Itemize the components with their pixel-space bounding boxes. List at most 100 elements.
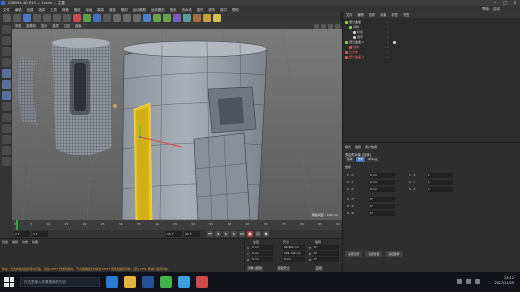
attr-menu-mode[interactable]: 模式 <box>345 145 351 149</box>
rotation-h-field[interactable]: 0° <box>313 245 339 250</box>
previous-key-icon[interactable]: ◂ <box>215 231 221 237</box>
taskbar-search-input[interactable]: 在这里输入你要搜索的内容 <box>20 277 100 287</box>
attr-menu-edit[interactable]: 编辑 <box>355 145 361 149</box>
property-field[interactable]: 0 cm <box>369 180 395 185</box>
size-mode-select[interactable]: 绝对尺寸 <box>277 266 291 271</box>
start-frame-field[interactable]: 0 F <box>14 231 30 237</box>
render-picture-viewer-icon[interactable] <box>123 13 131 22</box>
size-z-field[interactable]: 0 cm <box>283 257 305 262</box>
keyframe-selection-icon[interactable]: ◆ <box>263 231 269 237</box>
menu-edit[interactable]: 编辑 <box>15 7 22 12</box>
input-method-icon[interactable] <box>475 279 480 284</box>
menu-sculpt[interactable]: 雕刻 <box>121 7 128 12</box>
property-field[interactable]: 0° <box>369 204 395 209</box>
menu-render[interactable]: 渲染 <box>109 7 116 12</box>
menu-mograph[interactable]: 运动图形 <box>151 7 165 12</box>
pan-icon[interactable] <box>314 23 319 29</box>
go-to-start-icon[interactable]: ⏮ <box>207 231 213 237</box>
material-menu-function[interactable]: 功能 <box>22 240 28 244</box>
deformer-icon[interactable] <box>183 13 191 22</box>
property-field[interactable]: 0° <box>369 197 395 202</box>
tab-basic[interactable]: 基本 <box>345 157 355 162</box>
position-x-field[interactable]: 0 cm <box>251 245 273 250</box>
menu-help[interactable]: 帮助 <box>232 7 239 12</box>
play-icon[interactable]: ▸ <box>223 231 229 237</box>
tab-coord[interactable]: 坐标 <box>355 157 366 162</box>
move-icon[interactable] <box>33 13 41 22</box>
autokey-icon[interactable]: ◎ <box>255 231 261 237</box>
rotate-icon[interactable] <box>53 13 61 22</box>
property-field[interactable]: 0 cm <box>369 173 395 178</box>
visibility-dots[interactable]: ⁚ ✓ <box>385 55 389 60</box>
material-menu-texture[interactable]: 纹理 <box>32 240 38 244</box>
go-to-end-icon[interactable]: ⏭ <box>239 231 245 237</box>
pen-icon[interactable] <box>153 13 161 22</box>
music-icon[interactable] <box>196 276 208 288</box>
attr-menu-user-data[interactable]: 用户数据 <box>365 145 377 149</box>
size-x-field[interactable]: 94.961 cm <box>283 245 305 250</box>
property-field[interactable]: 0° <box>369 211 395 216</box>
y-axis-icon[interactable] <box>83 13 91 22</box>
property-field[interactable]: 1 <box>427 173 453 178</box>
x-axis-icon[interactable] <box>73 13 81 22</box>
record-icon[interactable]: ● <box>247 231 253 237</box>
size-y-field[interactable]: 229.744 cm <box>283 251 305 256</box>
volume-icon[interactable] <box>466 279 471 284</box>
floor-icon[interactable] <box>193 13 201 22</box>
current-frame-field[interactable]: 0 F <box>32 231 48 237</box>
menu-snap[interactable]: 捕捉 <box>74 7 81 12</box>
property-field[interactable]: 1 <box>427 187 453 192</box>
rotation-b-field[interactable]: 0° <box>313 257 339 262</box>
folder-icon[interactable] <box>124 276 136 288</box>
redo-icon[interactable] <box>13 13 21 22</box>
wechat-icon[interactable] <box>160 276 172 288</box>
render-view-icon[interactable] <box>113 13 121 22</box>
edges-mode-icon[interactable] <box>1 80 11 89</box>
menu-animate[interactable]: 动画 <box>85 7 92 12</box>
next-key-icon[interactable]: ▸ <box>231 231 237 237</box>
menu-simulate[interactable]: 模拟 <box>97 7 104 12</box>
z-axis-icon[interactable] <box>93 13 101 22</box>
rotation-p-field[interactable]: 0° <box>313 251 339 256</box>
subdivision-icon[interactable] <box>163 13 171 22</box>
menu-plugins[interactable]: 插件 <box>197 7 204 12</box>
tab-phong[interactable]: Phong <box>366 157 379 162</box>
list-item[interactable]: 细分曲面.2 ⁚ ✓ <box>345 55 515 60</box>
texture-mode-icon[interactable] <box>1 47 11 56</box>
freeze-position-button[interactable]: 冻结位置 <box>365 251 383 257</box>
maximize-viewport-icon[interactable] <box>335 23 340 29</box>
tweak-mode-icon[interactable] <box>1 113 11 122</box>
points-mode-icon[interactable] <box>1 69 11 78</box>
end-frame-field[interactable]: 90 F <box>166 231 182 237</box>
perspective-viewport[interactable]: 查看 摄像机 显示 选项 过滤 面板 网格间距: 100 cm <box>12 23 342 220</box>
menu-tools[interactable]: 工具 <box>50 7 57 12</box>
coordinate-mode-select[interactable]: 对象 (相对) <box>247 266 264 271</box>
apply-button[interactable]: 应用 <box>315 266 323 271</box>
axis-mode-icon[interactable] <box>1 102 11 111</box>
network-icon[interactable] <box>457 279 462 284</box>
model-mode-icon[interactable] <box>1 36 11 45</box>
menu-select[interactable]: 选择 <box>38 7 45 12</box>
undo-icon[interactable] <box>3 13 11 22</box>
render-settings-icon[interactable] <box>133 13 141 22</box>
menu-create[interactable]: 创建 <box>27 7 34 12</box>
material-menu-edit[interactable]: 编辑 <box>12 240 18 244</box>
tag-icon[interactable] <box>393 41 396 44</box>
menu-window[interactable]: 窗口 <box>220 7 227 12</box>
polygons-mode-icon[interactable] <box>1 91 11 100</box>
position-y-field[interactable]: 0 cm <box>251 251 273 256</box>
c4d-icon[interactable] <box>142 276 154 288</box>
menu-file[interactable]: 文件 <box>3 7 10 12</box>
property-field[interactable]: 1 <box>427 180 453 185</box>
recent-tools-icon[interactable] <box>63 13 71 22</box>
position-z-field[interactable]: 0 cm <box>251 257 273 262</box>
menu-motion-tracker[interactable]: 运动跟踪 <box>133 7 147 12</box>
property-field[interactable]: 0 cm <box>369 187 395 192</box>
light-icon[interactable] <box>213 13 221 22</box>
light-object[interactable] <box>113 104 117 108</box>
timeline[interactable]: 0 5 10 15 20 25 30 35 40 45 50 55 60 65 … <box>12 220 342 230</box>
lock-workplane-icon[interactable] <box>1 146 11 155</box>
menu-script[interactable]: 脚本 <box>208 7 215 12</box>
start-icon[interactable] <box>4 277 14 287</box>
material-menu-create[interactable]: 创建 <box>2 240 8 244</box>
